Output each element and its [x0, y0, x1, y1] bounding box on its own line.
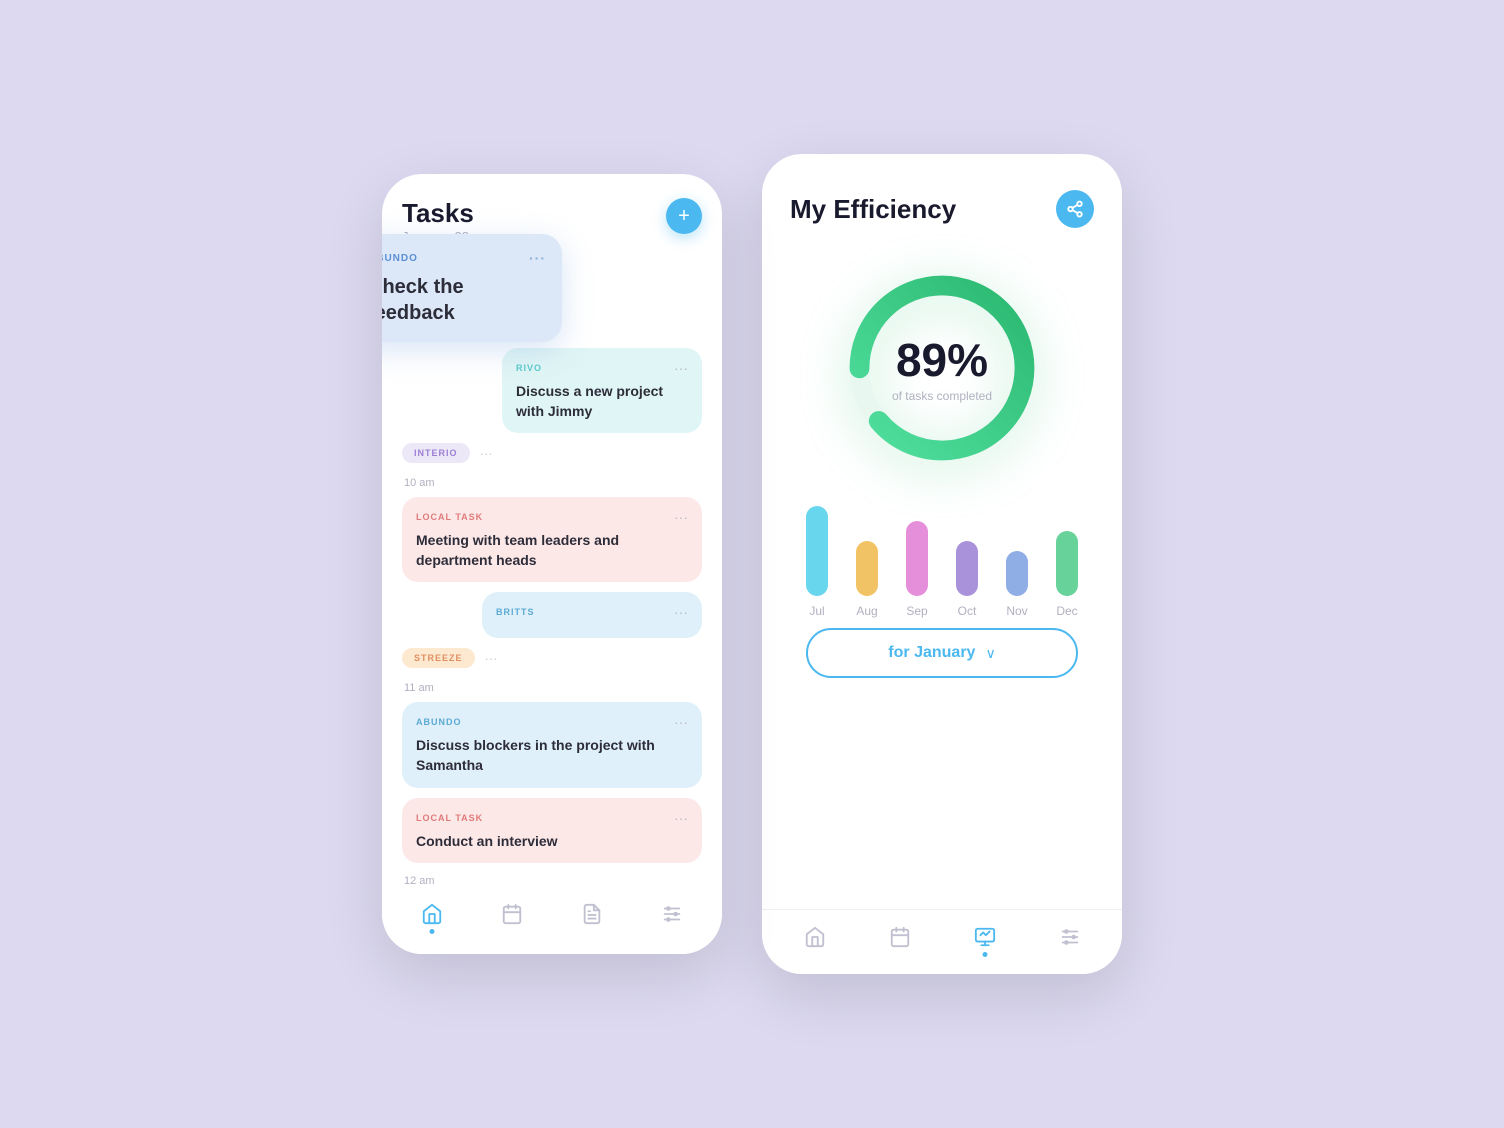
time-label-10am: 10 am	[402, 477, 702, 489]
bar-dec: Dec	[1056, 531, 1078, 618]
bar-oct: Oct	[956, 541, 978, 618]
bars-container: Jul Aug Sep Oct	[782, 498, 1102, 618]
efficiency-header: My Efficiency	[762, 154, 1122, 248]
floating-card-dots[interactable]: ···	[529, 250, 546, 266]
streeze-row: STREEZE ···	[402, 648, 702, 668]
efficiency-title: My Efficiency	[790, 194, 956, 225]
local-task-1-dots[interactable]: ···	[674, 509, 688, 525]
bar-oct-label: Oct	[958, 604, 977, 618]
rivo-org: RIVO	[516, 363, 542, 373]
floating-card[interactable]: ABUNDO ··· Check the feedback	[382, 234, 562, 342]
streeze-tag[interactable]: STREEZE	[402, 648, 475, 668]
bar-aug-fill	[856, 541, 878, 596]
interio-tag[interactable]: INTERIO	[402, 443, 470, 463]
interio-row: INTERIO ···	[402, 443, 702, 463]
nav-efficiency-dot	[982, 952, 987, 957]
floating-card-org: ABUNDO ···	[382, 250, 546, 266]
local-task-1-text: Meeting with team leaders and department…	[416, 531, 688, 570]
britts-header: BRITTS ···	[496, 604, 688, 620]
local-task-2-text: Conduct an interview	[416, 832, 688, 852]
local-task-card-2[interactable]: LOCAL TASK ··· Conduct an interview	[402, 798, 702, 864]
floating-card-title: Check the feedback	[382, 274, 546, 326]
time-label-11am: 11 am	[402, 682, 702, 694]
abundo-header: ABUNDO ···	[416, 714, 688, 730]
bar-chart-area: Jul Aug Sep Oct	[762, 498, 1122, 909]
floating-card-org-name: ABUNDO	[382, 253, 418, 264]
bar-nov-label: Nov	[1006, 604, 1027, 618]
abundo-dots[interactable]: ···	[674, 714, 688, 730]
abundo-text: Discuss blockers in the project with Sam…	[416, 736, 688, 775]
phone-left: ABUNDO ··· Check the feedback Tasks Janu…	[382, 174, 722, 954]
local-task-2-header: LOCAL TASK ···	[416, 810, 688, 826]
interio-dots[interactable]: ···	[480, 446, 493, 461]
rivo-card-header: RIVO ···	[516, 360, 688, 376]
local-task-1-header: LOCAL TASK ···	[416, 509, 688, 525]
month-button-arrow: ∨	[985, 645, 995, 662]
share-button[interactable]	[1056, 190, 1094, 228]
britts-card[interactable]: BRITTS ···	[482, 592, 702, 638]
time-section-10am: 10 am LOCAL TASK ··· Meeting with team l…	[402, 477, 702, 668]
britts-org: BRITTS	[496, 607, 535, 617]
bottom-nav-left	[382, 884, 722, 954]
abundo-org: ABUNDO	[416, 717, 462, 727]
bar-dec-label: Dec	[1056, 604, 1077, 618]
bar-sep-label: Sep	[906, 604, 927, 618]
local-task-card-1[interactable]: LOCAL TASK ··· Meeting with team leaders…	[402, 497, 702, 582]
bar-aug-label: Aug	[856, 604, 877, 618]
phone-right: My Efficiency	[762, 154, 1122, 974]
donut-label: of tasks completed	[892, 389, 992, 403]
screens-container: ABUNDO ··· Check the feedback Tasks Janu…	[382, 154, 1122, 974]
abundo-card[interactable]: ABUNDO ··· Discuss blockers in the proje…	[402, 702, 702, 787]
rivo-card[interactable]: RIVO ··· Discuss a new project with Jimm…	[502, 348, 702, 433]
tasks-title: Tasks	[402, 198, 474, 229]
bar-oct-fill	[956, 541, 978, 596]
nav-home-dot	[430, 929, 435, 934]
streeze-dots[interactable]: ···	[485, 651, 498, 666]
add-task-button[interactable]: +	[666, 198, 702, 234]
rivo-text: Discuss a new project with Jimmy	[516, 382, 688, 421]
bar-nov-fill	[1006, 551, 1028, 596]
britts-dots[interactable]: ···	[674, 604, 688, 620]
bar-jul-label: Jul	[809, 604, 824, 618]
nav-efficiency-right[interactable]	[971, 923, 999, 951]
nav-settings-right[interactable]	[1056, 923, 1084, 951]
nav-home-right[interactable]	[801, 923, 829, 951]
bar-jul: Jul	[806, 506, 828, 618]
nav-calendar-right[interactable]	[886, 923, 914, 951]
nav-home-left[interactable]	[418, 900, 446, 928]
month-button-text: for January	[888, 644, 975, 662]
local-task-2-dots[interactable]: ···	[674, 810, 688, 826]
donut-center: 89% of tasks completed	[892, 333, 992, 403]
nav-settings-left[interactable]	[658, 900, 686, 928]
local-task-1-org: LOCAL TASK	[416, 512, 483, 522]
bar-nov: Nov	[1006, 551, 1028, 618]
nav-tasks-left[interactable]	[578, 900, 606, 928]
donut-chart-area: 89% of tasks completed	[762, 248, 1122, 498]
bar-sep: Sep	[906, 521, 928, 618]
bar-sep-fill	[906, 521, 928, 596]
month-button[interactable]: for January ∨	[806, 628, 1078, 678]
bar-dec-fill	[1056, 531, 1078, 596]
bottom-nav-right	[762, 909, 1122, 974]
local-task-2-org: LOCAL TASK	[416, 813, 483, 823]
donut-percent: 89%	[892, 333, 992, 387]
nav-calendar-left[interactable]	[498, 900, 526, 928]
bar-jul-fill	[806, 506, 828, 596]
bar-aug: Aug	[856, 541, 878, 618]
time-section-11am: 11 am ABUNDO ··· Discuss blockers in the…	[402, 682, 702, 863]
rivo-dots[interactable]: ···	[674, 360, 688, 376]
